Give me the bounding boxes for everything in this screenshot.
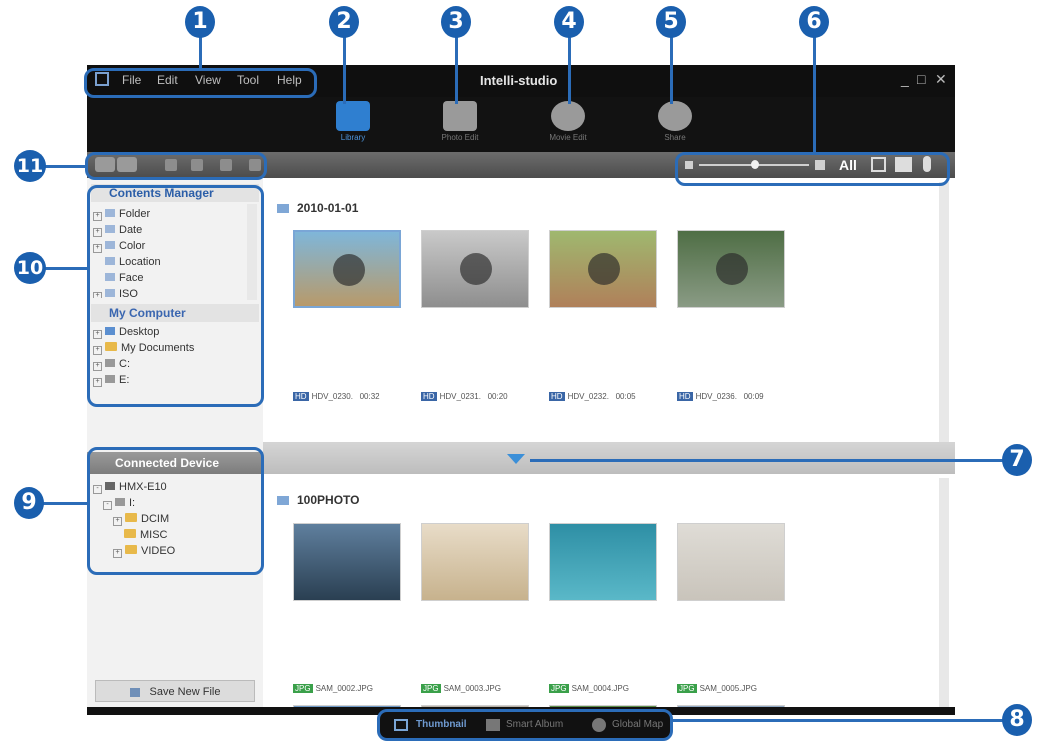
callout-5: 5: [656, 6, 686, 38]
video-thumb-2[interactable]: [421, 230, 529, 308]
mode-movie-edit-label: Movie Edit: [549, 133, 587, 142]
photo-thumb-3[interactable]: [549, 523, 657, 601]
callout-box-bottom-tabs: [377, 709, 673, 741]
mode-share-button[interactable]: Share: [645, 101, 705, 142]
callout-box-left-top: [87, 185, 264, 407]
callout-box-menu: [84, 68, 317, 98]
callout-box-toolbar: [85, 152, 267, 180]
callout-line-5: [670, 34, 673, 104]
save-new-file-button[interactable]: Save New File: [95, 680, 255, 702]
mode-share-label: Share: [664, 133, 686, 142]
share-globe-icon: [658, 101, 692, 131]
mode-bar: Library Photo Edit Movie Edit Share: [87, 97, 955, 152]
photo-thumb-1[interactable]: [293, 523, 401, 601]
callout-4: 4: [554, 6, 584, 38]
mode-library-label: Library: [340, 133, 366, 142]
callout-line-8: [673, 719, 1005, 722]
play-icon: [333, 254, 365, 286]
callout-box-view: [675, 152, 950, 186]
save-icon: [129, 687, 140, 697]
lower-scrollbar[interactable]: [939, 478, 949, 708]
callout-line-6: [813, 34, 816, 152]
photo-caption-2: JPG SAM_0003.JPG: [421, 684, 501, 693]
play-icon: [460, 253, 492, 285]
callout-line-10: [44, 267, 87, 270]
video-thumb-3[interactable]: [549, 230, 657, 308]
photo-caption-1: JPG SAM_0002.JPG: [293, 684, 373, 693]
callout-line-2: [343, 34, 346, 104]
group-header-date: 2010-01-01: [277, 201, 358, 215]
photo-caption-4: JPG SAM_0005.JPG: [677, 684, 757, 693]
callout-11: 11: [14, 150, 46, 182]
callout-line-1: [199, 34, 202, 68]
play-icon: [588, 253, 620, 285]
callout-line-4: [568, 34, 571, 104]
callout-1: 1: [185, 6, 215, 38]
video-thumb-4[interactable]: [677, 230, 785, 308]
photo-edit-icon: [443, 101, 477, 131]
collapse-arrow-icon[interactable]: [507, 454, 525, 464]
maximize-icon[interactable]: □: [917, 71, 925, 87]
callout-10: 10: [14, 252, 46, 284]
callout-box-device: [87, 447, 264, 575]
callout-2: 2: [329, 6, 359, 38]
play-icon: [716, 253, 748, 285]
video-caption-3: HD HDV_0232. 00:05: [549, 392, 636, 401]
app-title: Intelli-studio: [480, 73, 558, 88]
video-caption-1: HD HDV_0230. 00:32: [293, 392, 380, 401]
mode-photo-edit-label: Photo Edit: [441, 133, 479, 142]
video-thumb-1[interactable]: [293, 230, 401, 308]
close-icon[interactable]: ✕: [935, 71, 947, 88]
movie-edit-icon: [551, 101, 585, 131]
callout-line-3: [455, 34, 458, 104]
upper-scrollbar[interactable]: [939, 182, 949, 442]
callout-7: 7: [1002, 444, 1032, 476]
callout-line-11: [44, 165, 85, 168]
callout-9: 9: [14, 487, 44, 519]
callout-8: 8: [1002, 704, 1032, 736]
photo-caption-3: JPG SAM_0004.JPG: [549, 684, 629, 693]
mode-library-button[interactable]: Library: [323, 101, 383, 142]
callout-3: 3: [441, 6, 471, 38]
callout-line-9: [42, 502, 87, 505]
minimize-icon[interactable]: _: [901, 71, 909, 87]
mode-movie-edit-button[interactable]: Movie Edit: [538, 101, 598, 142]
mode-photo-edit-button[interactable]: Photo Edit: [430, 101, 490, 142]
pane-divider[interactable]: [263, 442, 955, 474]
group-header-folder: 100PHOTO: [277, 493, 359, 507]
callout-6: 6: [799, 6, 829, 38]
video-caption-2: HD HDV_0231. 00:20: [421, 392, 508, 401]
video-caption-4: HD HDV_0236. 00:09: [677, 392, 764, 401]
photo-thumb-2[interactable]: [421, 523, 529, 601]
photo-thumb-4[interactable]: [677, 523, 785, 601]
callout-line-7: [530, 459, 1005, 462]
library-icon: [336, 101, 370, 131]
